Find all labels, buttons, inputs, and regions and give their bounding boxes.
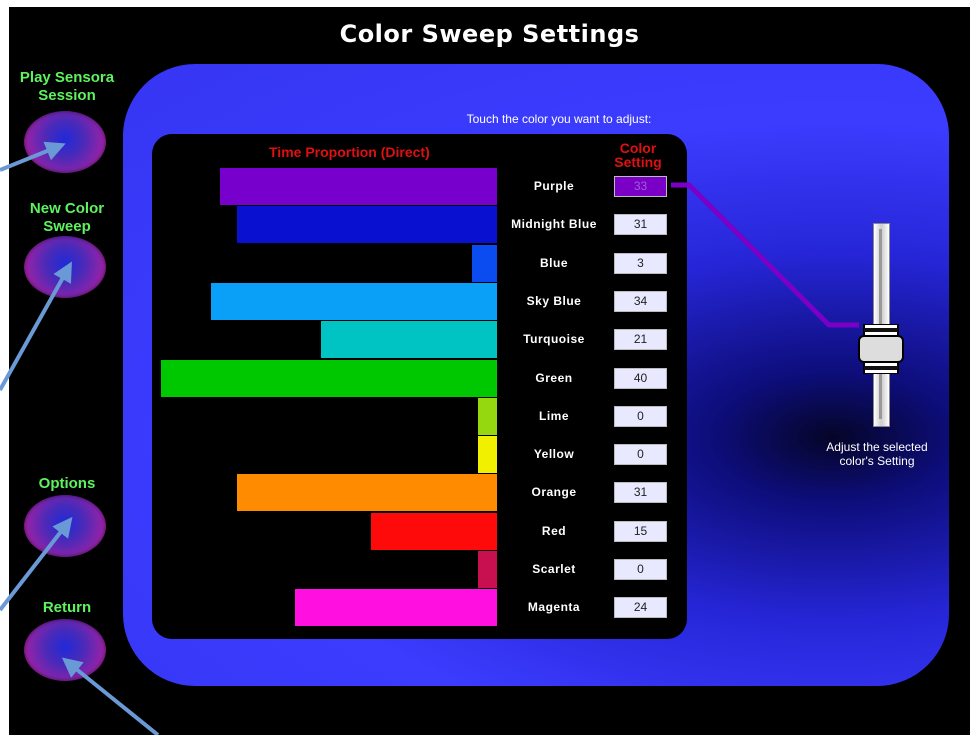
arrow-to-play-button [0,141,66,172]
arrow-to-options-button [0,516,73,612]
arrow-to-return-button [61,657,160,735]
arrow-to-new-sweep-button [0,261,72,391]
annotation-arrows [0,141,160,735]
